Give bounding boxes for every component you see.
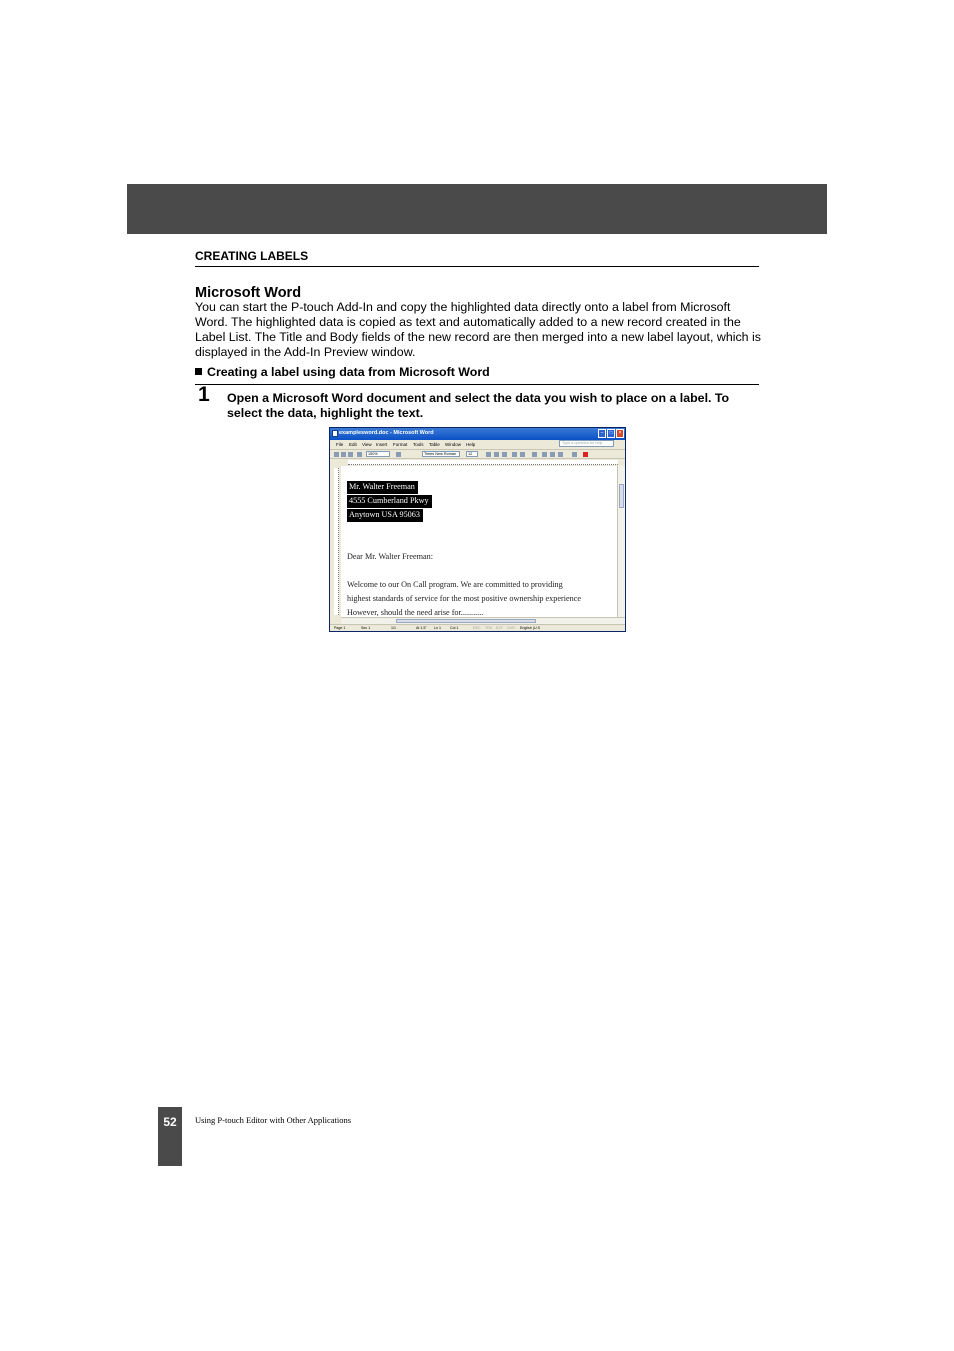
horizontal-ruler — [330, 458, 625, 466]
status-ovr: OVR — [507, 626, 515, 630]
horizontal-scrollbar[interactable] — [341, 617, 625, 624]
doc-line-2: highest standards of service for the mos… — [347, 594, 581, 603]
close-icon[interactable]: × — [616, 429, 624, 438]
section-title: CREATING LABELS — [195, 249, 309, 263]
step-text: Open a Microsoft Word document and selec… — [227, 391, 730, 420]
minimize-icon[interactable]: – — [598, 429, 606, 438]
square-bullet-icon — [195, 368, 202, 375]
status-rec: REC — [473, 626, 481, 630]
document-area[interactable]: Mr. Walter Freeman 4555 Cumberland Pkwy … — [341, 466, 617, 617]
status-col: Col 1 — [450, 626, 459, 630]
status-language: English (U.S — [520, 626, 540, 630]
numbering-icon[interactable] — [542, 452, 547, 457]
font-color-icon[interactable] — [583, 452, 588, 457]
section-rule — [195, 266, 759, 267]
subheading-text: Creating a label using data from Microso… — [207, 365, 490, 379]
status-bar: Page 1 Sec 1 1/1 At 1.5" Ln 1 Col 1 REC … — [330, 624, 625, 631]
bold-icon[interactable] — [486, 452, 491, 457]
horizontal-scroll-thumb[interactable] — [396, 619, 536, 623]
align-center-icon[interactable] — [520, 452, 525, 457]
status-ext: EXT — [496, 626, 503, 630]
menu-window[interactable]: Window — [445, 442, 461, 447]
ruler-strip — [348, 460, 618, 465]
menu-file[interactable]: File — [336, 442, 343, 447]
help-search-input[interactable]: Type a question for help — [559, 440, 614, 447]
vertical-scrollbar[interactable] — [617, 466, 625, 617]
maximize-icon[interactable]: □ — [607, 429, 615, 438]
print-icon[interactable] — [357, 452, 362, 457]
menu-view[interactable]: View — [362, 442, 372, 447]
menu-insert[interactable]: Insert — [376, 442, 387, 447]
doc-line-1: Welcome to our On Call program. We are c… — [347, 580, 563, 589]
save-icon[interactable] — [348, 452, 353, 457]
vertical-ruler-strip — [334, 468, 339, 615]
font-name-select[interactable]: Times New Roman — [422, 451, 460, 457]
menu-format[interactable]: Format — [393, 442, 407, 447]
status-at: At 1.5" — [416, 626, 427, 630]
bullets-icon[interactable] — [550, 452, 555, 457]
status-trk: TRK — [485, 626, 493, 630]
zoom-select[interactable]: 150% — [366, 451, 390, 457]
doc-line-salutation: Dear Mr. Walter Freeman: — [347, 552, 434, 561]
header-band — [127, 184, 827, 234]
border-icon[interactable] — [572, 452, 577, 457]
status-pages: 1/1 — [391, 626, 396, 630]
view-buttons[interactable] — [330, 617, 341, 624]
new-doc-icon[interactable] — [334, 452, 339, 457]
word-doc-icon — [332, 430, 338, 437]
menu-tools[interactable]: Tools — [413, 442, 424, 447]
word-window-screenshot: examplesword.doc - Microsoft Word – □ × … — [329, 427, 626, 632]
title-bar: examplesword.doc - Microsoft Word – □ × — [330, 428, 625, 440]
highlighted-line-street: 4555 Cumberland Pkwy — [347, 495, 432, 508]
menu-table[interactable]: Table — [429, 442, 440, 447]
step-number: 1 — [198, 383, 210, 406]
highlighted-line-name: Mr. Walter Freeman — [347, 481, 418, 494]
heading-microsoft-word: Microsoft Word — [195, 285, 302, 301]
status-sec: Sec 1 — [361, 626, 371, 630]
align-left-icon[interactable] — [512, 452, 517, 457]
status-ln: Ln 1 — [434, 626, 441, 630]
highlighted-line-city: Anytown USA 95063 — [347, 509, 423, 522]
page-number: 52 — [163, 1115, 177, 1129]
formatting-toolbar: 150% Times New Roman 12 — [330, 449, 625, 458]
intro-paragraph: You can start the P-touch Add-In and cop… — [195, 300, 761, 360]
doc-line-3: However, should the need arise for......… — [347, 608, 484, 617]
vertical-ruler — [330, 466, 341, 617]
step-rule — [195, 384, 759, 385]
menu-help[interactable]: Help — [466, 442, 475, 447]
italic-icon[interactable] — [494, 452, 499, 457]
menu-edit[interactable]: Edit — [349, 442, 357, 447]
footer-text: Using P-touch Editor with Other Applicat… — [195, 1115, 352, 1125]
open-icon[interactable] — [341, 452, 346, 457]
font-size-select[interactable]: 12 — [466, 451, 478, 457]
status-page: Page 1 — [334, 626, 346, 630]
window-title: examplesword.doc - Microsoft Word — [339, 430, 434, 436]
subheading: Creating a label using data from Microso… — [195, 365, 490, 379]
underline-icon[interactable] — [502, 452, 507, 457]
line-spacing-icon[interactable] — [532, 452, 537, 457]
vertical-scroll-thumb[interactable] — [619, 484, 624, 508]
help-icon[interactable] — [396, 452, 401, 457]
indent-icon[interactable] — [558, 452, 563, 457]
